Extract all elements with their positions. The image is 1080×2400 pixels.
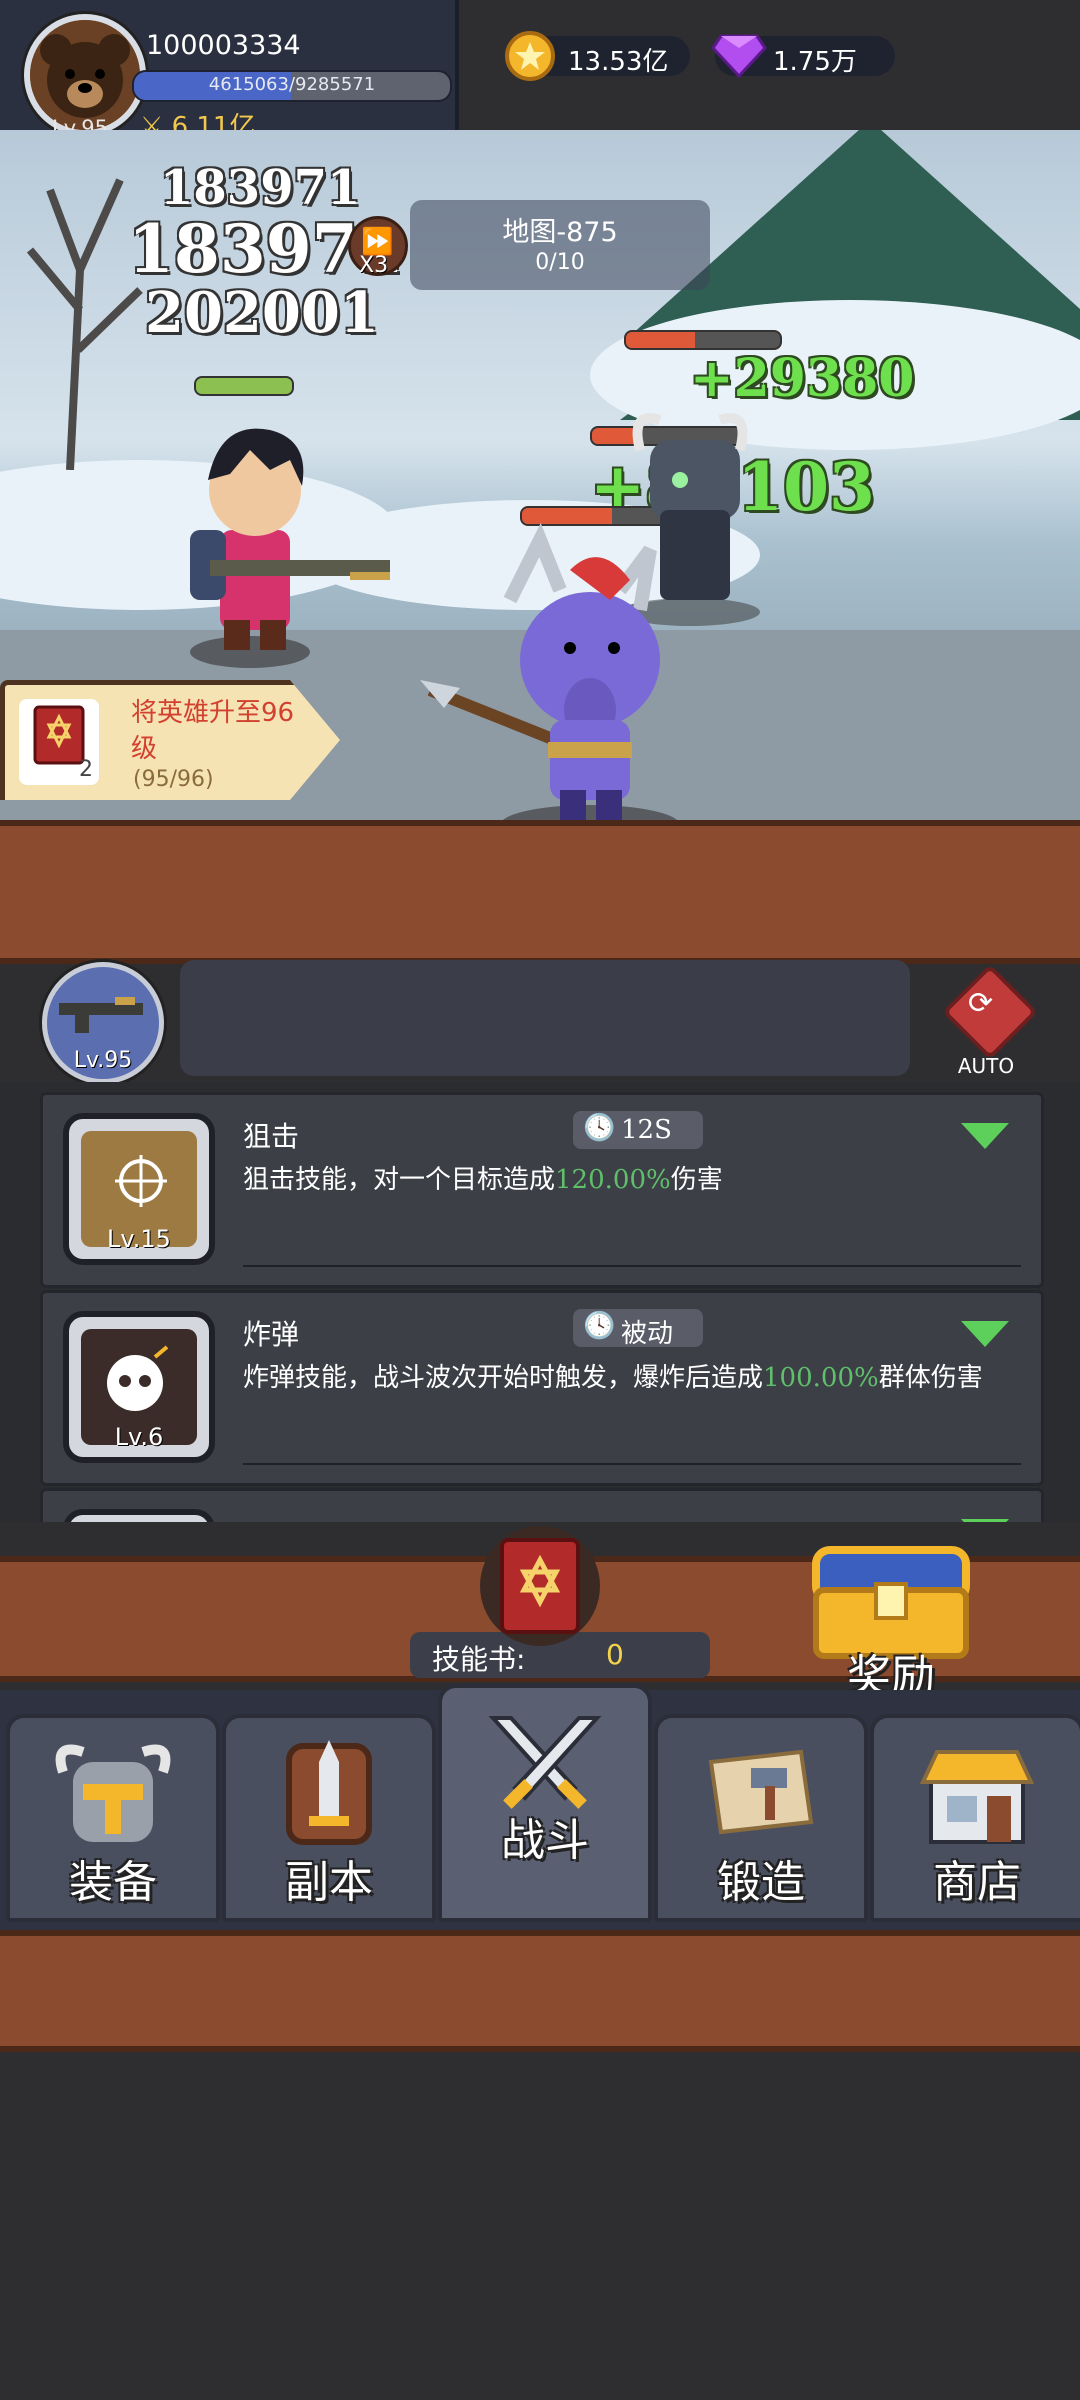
hero-soldier bbox=[190, 428, 390, 668]
skill-icon-box: Lv.6 bbox=[63, 1311, 215, 1463]
speed-button[interactable]: ⏩ X3 bbox=[348, 216, 408, 278]
skill-description: 炸弹技能，战斗波次开始时触发，爆炸后造成100.00%群体伤害 bbox=[243, 1359, 1033, 1397]
clock-icon: 🕓 bbox=[583, 1311, 616, 1341]
nav-label: 战斗 bbox=[501, 1815, 589, 1866]
quest-progress: (95/96) bbox=[133, 767, 214, 792]
reward-button[interactable]: 奖励 bbox=[796, 1530, 986, 1702]
player-id: 100003334 bbox=[146, 30, 301, 61]
skill-book-count: 0 bbox=[606, 1638, 624, 1671]
gold-counter[interactable]: 13.53亿 bbox=[505, 31, 690, 81]
battle-scene: 183971 183971 202001 ⏩ X3 地图-875 0/10 +2… bbox=[0, 130, 1080, 820]
desc-text: 群体伤害 bbox=[878, 1363, 983, 1393]
skill-icon-box: Lv.15 bbox=[63, 1113, 215, 1265]
desc-text: 炸弹技能，战斗波次开始时触发，爆炸后造成 bbox=[243, 1363, 764, 1393]
diamond-value: 1.75万 bbox=[773, 47, 857, 77]
nav-label: 商店 bbox=[933, 1857, 1021, 1908]
nav-tab-2[interactable]: 战斗 bbox=[438, 1684, 652, 1922]
skill-level: Lv.6 bbox=[114, 1423, 164, 1451]
divider bbox=[243, 1463, 1021, 1465]
damage-number: 183971 bbox=[160, 160, 361, 216]
sword-shield-icon bbox=[259, 1732, 399, 1856]
quest-count: 2 bbox=[79, 757, 93, 782]
wood-divider bbox=[0, 1930, 1080, 2052]
auto-label: AUTO bbox=[957, 1054, 1015, 1078]
desc-percent: 120.00% bbox=[555, 1165, 671, 1195]
skill-cooldown: 🕓 被动 bbox=[573, 1309, 703, 1349]
bear-icon bbox=[30, 20, 140, 130]
skull-bomb-icon bbox=[107, 1345, 169, 1411]
desc-text: 伤害 bbox=[670, 1165, 723, 1195]
speed-label: X3 bbox=[359, 253, 389, 278]
skill-name: 炸弹 bbox=[243, 1318, 300, 1351]
diamond-icon bbox=[711, 34, 767, 79]
nav-tab-0[interactable]: 装备 bbox=[6, 1714, 220, 1922]
skill-card[interactable]: Lv.15 狙击 🕓 12S 狙击技能，对一个目标造成120.00%伤害 bbox=[40, 1092, 1044, 1288]
divider bbox=[243, 1265, 1021, 1267]
gold-coin-icon bbox=[505, 31, 555, 81]
shop-icon bbox=[907, 1732, 1047, 1856]
crosshair-icon bbox=[115, 1155, 167, 1207]
nav-label: 装备 bbox=[69, 1857, 157, 1908]
expand-arrow-icon[interactable] bbox=[961, 1321, 1009, 1347]
goblin-spearman bbox=[420, 522, 678, 820]
gold-value: 13.53亿 bbox=[568, 47, 669, 77]
desc-text: 狙击技能，对一个目标造成 bbox=[243, 1165, 556, 1195]
skill-name: 狙击 bbox=[243, 1120, 300, 1153]
wood-divider bbox=[0, 820, 1080, 964]
exp-bar: 4615063/9285571 bbox=[132, 70, 452, 102]
nav-label: 锻造 bbox=[717, 1857, 805, 1908]
skill-book-icon bbox=[33, 705, 85, 765]
skill-icon-box bbox=[63, 1509, 215, 1522]
nav-tab-1[interactable]: 副本 bbox=[222, 1714, 436, 1922]
cooldown-value: 12S bbox=[621, 1115, 672, 1145]
damage-number: 202001 bbox=[145, 280, 379, 346]
clock-icon: 🕓 bbox=[583, 1113, 616, 1143]
helmet-icon bbox=[43, 1732, 183, 1856]
desc-percent: 100.00% bbox=[763, 1363, 879, 1393]
quest-icon-box: 2 bbox=[19, 699, 99, 785]
skill-slot-row bbox=[180, 960, 910, 1076]
refresh-icon: ⟳ bbox=[968, 986, 994, 1021]
skill-list[interactable]: Lv.15 狙击 🕓 12S 狙击技能，对一个目标造成120.00%伤害 Lv.… bbox=[0, 1082, 1080, 1522]
expand-arrow-icon[interactable] bbox=[961, 1123, 1009, 1149]
skill-card-partial[interactable] bbox=[40, 1488, 1044, 1522]
skill-book-button[interactable] bbox=[480, 1526, 600, 1646]
skill-bar: Lv.95 Lv.15Lv.6Lv.32Lv.185Lv.8Lv.19 ⟳ AU… bbox=[0, 952, 1080, 2028]
map-progress: 0/10 bbox=[535, 250, 585, 275]
skill-cooldown: 🕓 12S bbox=[573, 1111, 703, 1149]
map-title: 地图-875 bbox=[502, 217, 618, 248]
expand-arrow-icon[interactable] bbox=[961, 1519, 1009, 1522]
rifle-icon bbox=[59, 997, 143, 1033]
diamond-counter[interactable]: 1.75万 bbox=[711, 34, 895, 79]
nav-tab-4[interactable]: 商店 bbox=[870, 1714, 1080, 1922]
nav-label: 副本 bbox=[285, 1857, 373, 1908]
exp-text: 4615063/9285571 bbox=[208, 74, 376, 95]
auto-button[interactable]: ⟳ AUTO bbox=[941, 963, 1039, 1078]
skill-level: Lv.15 bbox=[107, 1225, 171, 1253]
weapon-level: Lv.95 bbox=[73, 1048, 133, 1073]
skill-book-icon bbox=[500, 1538, 580, 1634]
quest-banner[interactable]: 2 将英雄升至96级 (95/96) bbox=[0, 680, 340, 800]
skill-book-label: 技能书: bbox=[432, 1643, 526, 1676]
nav-tab-3[interactable]: 锻造 bbox=[654, 1714, 868, 1922]
map-info: 地图-875 0/10 bbox=[410, 200, 710, 290]
weapon-slot[interactable]: Lv.95 bbox=[42, 962, 164, 1084]
quest-title: 将英雄升至96级 bbox=[131, 698, 295, 764]
enemy-hp-bar bbox=[624, 330, 782, 350]
skill-description: 狙击技能，对一个目标造成120.00%伤害 bbox=[243, 1161, 1033, 1199]
enemy-hp-fill bbox=[626, 332, 696, 348]
hammer-scroll-icon bbox=[691, 1732, 831, 1856]
cooldown-value: 被动 bbox=[621, 1319, 674, 1349]
skill-card[interactable]: Lv.6 炸弹 🕓 被动 炸弹技能，战斗波次开始时触发，爆炸后造成100.00%… bbox=[40, 1290, 1044, 1486]
